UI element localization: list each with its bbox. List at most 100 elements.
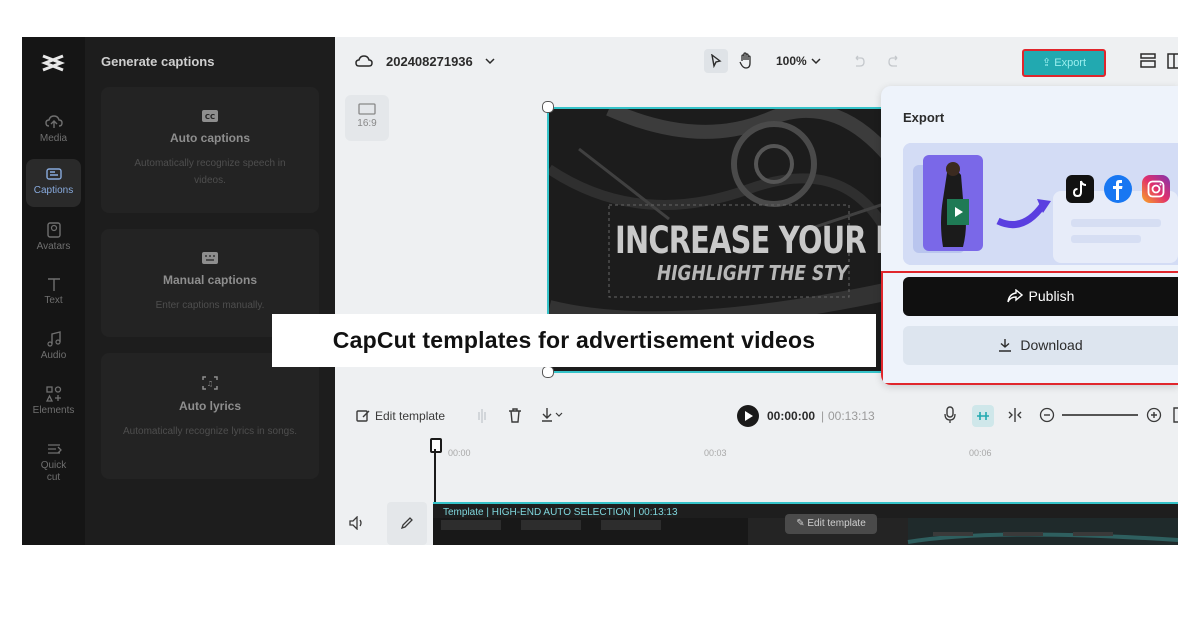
export-illustration bbox=[903, 143, 1178, 265]
sidebar-item-label: Captions bbox=[33, 185, 74, 196]
playhead-handle[interactable] bbox=[430, 438, 442, 453]
svg-text:CC: CC bbox=[205, 113, 215, 121]
sidebar-item-label: Quick cut bbox=[40, 460, 67, 483]
trash-icon[interactable] bbox=[508, 407, 522, 423]
snap-icon bbox=[977, 412, 989, 420]
zoom-out-icon[interactable] bbox=[1039, 407, 1055, 423]
sidebar-item-media[interactable]: Media bbox=[26, 107, 81, 155]
track-label: Template | HIGH-END AUTO SELECTION | 00:… bbox=[443, 507, 678, 518]
card-description: Automatically recognize speech in videos… bbox=[134, 158, 286, 186]
auto-lyrics-card[interactable]: ♫ Auto lyrics Automatically recognize ly… bbox=[101, 353, 319, 479]
play-icon bbox=[745, 411, 753, 421]
pencil-icon bbox=[400, 517, 413, 530]
edit-template-button[interactable]: Edit template bbox=[375, 409, 445, 423]
sidebar-item-avatars[interactable]: Avatars bbox=[26, 215, 81, 263]
export-button[interactable]: ⇪ Export bbox=[1022, 49, 1106, 77]
export-label: Export bbox=[1054, 57, 1087, 69]
export-icon: ⇪ bbox=[1041, 57, 1055, 69]
play-button[interactable] bbox=[737, 405, 759, 427]
download-button[interactable]: Download bbox=[903, 326, 1178, 365]
select-tool-button[interactable] bbox=[704, 49, 728, 73]
zoom-slider[interactable] bbox=[1062, 414, 1138, 416]
sidebar-item-label: Audio bbox=[40, 350, 67, 361]
captions-icon bbox=[45, 168, 62, 180]
card-title: Auto lyrics bbox=[178, 399, 241, 413]
edit-chip-label: Edit template bbox=[807, 518, 866, 529]
sidebar-item-audio[interactable]: Audio bbox=[26, 324, 81, 372]
fullscreen-icon[interactable] bbox=[1173, 407, 1178, 423]
publish-button[interactable]: Publish bbox=[903, 277, 1178, 316]
current-time: 00:00:00 bbox=[767, 409, 816, 423]
export-popup: Export Publish Download bbox=[881, 86, 1178, 385]
split-view-icon[interactable] bbox=[1007, 407, 1023, 423]
ratio-label: 16:9 bbox=[357, 118, 377, 129]
cc-icon: CC bbox=[202, 110, 218, 122]
time-separator: | bbox=[821, 409, 825, 423]
quick-cut-icon bbox=[47, 444, 62, 454]
share-illustration-graphic bbox=[903, 143, 1178, 265]
auto-snap-toggle[interactable] bbox=[972, 405, 994, 427]
microphone-icon[interactable] bbox=[944, 406, 956, 424]
sidebar-item-label: Elements bbox=[32, 405, 75, 416]
sidebar-item-label: Text bbox=[44, 295, 63, 306]
redo-icon[interactable] bbox=[887, 55, 901, 67]
edit-icon bbox=[356, 410, 370, 422]
panel-toggle-icon[interactable] bbox=[1167, 52, 1178, 70]
download-arrow-icon[interactable] bbox=[541, 407, 565, 423]
zoom-in-icon[interactable] bbox=[1146, 407, 1162, 423]
chevron-down-icon[interactable] bbox=[485, 57, 495, 65]
card-description: Enter captions manually. bbox=[155, 300, 265, 311]
zoom-level[interactable]: 100% bbox=[776, 54, 807, 68]
track-edit-button[interactable] bbox=[387, 502, 427, 545]
panel-title: Generate captions bbox=[101, 54, 215, 69]
cloud-icon bbox=[355, 55, 373, 67]
resize-handle[interactable] bbox=[542, 366, 554, 378]
share-icon bbox=[1006, 288, 1023, 303]
facebook-icon bbox=[1104, 175, 1132, 203]
tiktok-icon bbox=[1066, 175, 1094, 203]
capcut-logo-icon bbox=[41, 54, 65, 72]
chevron-down-icon[interactable] bbox=[811, 57, 821, 65]
publish-label: Publish bbox=[1028, 288, 1075, 304]
timeline-tick: 00:00 bbox=[448, 448, 471, 458]
cloud-upload-icon bbox=[44, 115, 63, 128]
undo-icon[interactable] bbox=[852, 55, 866, 67]
hand-icon[interactable] bbox=[738, 52, 754, 70]
edit-icon: ✎ bbox=[796, 518, 808, 529]
sidebar-item-captions[interactable]: Captions bbox=[26, 159, 81, 207]
card-description: Automatically recognize lyrics in songs. bbox=[123, 426, 297, 437]
speaker-icon[interactable] bbox=[349, 516, 365, 530]
svg-text:♫: ♫ bbox=[207, 380, 213, 388]
elements-icon bbox=[45, 386, 61, 402]
project-name[interactable]: 202408271936 bbox=[386, 54, 473, 69]
sidebar-item-label: Avatars bbox=[36, 241, 71, 252]
keyboard-icon bbox=[202, 252, 218, 264]
total-time: 00:13:13 bbox=[828, 409, 875, 423]
aspect-ratio-button[interactable]: 16:9 bbox=[345, 95, 389, 141]
captions-panel: Generate captions CC Auto captions Autom… bbox=[85, 37, 335, 545]
overlay-caption: CapCut templates for advertisement video… bbox=[272, 314, 876, 367]
canvas-headline: INCREASE YOUR D bbox=[615, 219, 899, 262]
sidebar-item-quick-cut[interactable]: Quick cut bbox=[26, 434, 81, 494]
instagram-icon bbox=[1142, 175, 1170, 203]
avatar-icon bbox=[46, 222, 61, 238]
sidebar-item-elements[interactable]: Elements bbox=[26, 379, 81, 427]
resize-handle[interactable] bbox=[542, 101, 554, 113]
auto-captions-card[interactable]: CC Auto captions Automatically recognize… bbox=[101, 87, 319, 213]
capcut-screenshot: Media Captions Avatars Text Audio Elemen… bbox=[22, 37, 1178, 545]
timeline-tick: 00:03 bbox=[704, 448, 727, 458]
pointer-icon bbox=[711, 54, 722, 68]
video-track[interactable]: Template | HIGH-END AUTO SELECTION | 00:… bbox=[433, 502, 1178, 545]
sidebar-item-text[interactable]: Text bbox=[26, 269, 81, 317]
music-icon bbox=[46, 331, 61, 347]
download-label: Download bbox=[1020, 337, 1083, 353]
card-title: Manual captions bbox=[162, 273, 257, 287]
layers-icon[interactable] bbox=[1139, 52, 1157, 70]
split-icon[interactable] bbox=[476, 408, 488, 424]
download-icon bbox=[999, 339, 1012, 352]
timeline-tick: 00:06 bbox=[969, 448, 992, 458]
sidebar-rail: Media Captions Avatars Text Audio Elemen… bbox=[22, 37, 85, 545]
lyrics-icon: ♫ bbox=[202, 376, 218, 390]
card-title: Auto captions bbox=[170, 131, 250, 145]
track-edit-template-chip[interactable]: ✎ Edit template bbox=[785, 514, 877, 534]
